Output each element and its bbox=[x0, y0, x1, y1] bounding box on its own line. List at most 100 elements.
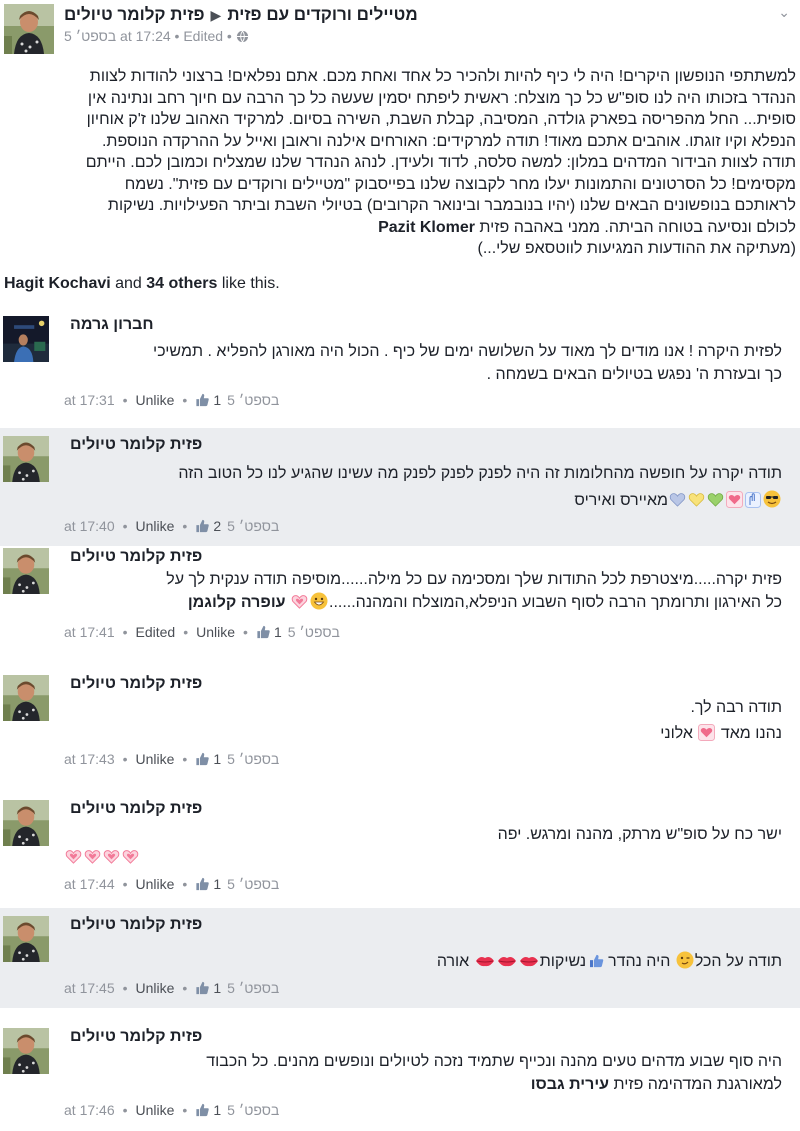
like-count[interactable]: 1 bbox=[213, 751, 221, 767]
like-count[interactable]: 1 bbox=[213, 876, 221, 892]
like-count[interactable]: 1 bbox=[274, 624, 282, 640]
comment-time[interactable]: at 17:44 bbox=[64, 876, 115, 892]
post-line: למשתתפי הנופשון היקרים! היה לי כיף להיות… bbox=[89, 68, 796, 85]
post-line: הנהדר בזכותו היה לנו סופ"ש כל כך מוצלח: … bbox=[87, 89, 796, 107]
comment-date: 5 בספט׳ bbox=[287, 624, 340, 640]
comment-author[interactable]: חברון גרמה bbox=[70, 316, 154, 334]
unlike-button[interactable]: Unlike bbox=[136, 751, 175, 767]
post-meta: 5 בספט׳ at 17:24 • Edited • bbox=[64, 28, 249, 44]
author-name-link[interactable]: פזית קלומר טיולים bbox=[64, 5, 205, 25]
heart-box-icon bbox=[726, 491, 743, 508]
comment-time[interactable]: at 17:41 bbox=[64, 624, 115, 640]
comment-line-text: היה נהדר bbox=[608, 953, 671, 970]
unlike-button[interactable]: Unlike bbox=[196, 624, 235, 640]
comment-line: היה סוף שבוע מדהים טעים מהנה ונכייף שתמי… bbox=[206, 1053, 782, 1070]
comment-line-text: נשיקות bbox=[539, 953, 587, 970]
sparkle-heart-icon bbox=[122, 848, 139, 865]
globe-icon bbox=[236, 30, 248, 43]
wink-emoji-icon bbox=[676, 951, 694, 969]
comment-author[interactable]: פזית קלומר טיולים bbox=[70, 436, 202, 454]
unlike-button[interactable]: Unlike bbox=[136, 980, 175, 996]
comment-text: תודה על הכל היה נהדר נשיקות אורה bbox=[60, 950, 782, 973]
comment-line: כך ובעזרת ה' נפגש בטיולים הבאים בשמחה . bbox=[486, 366, 782, 383]
commenter-avatar[interactable] bbox=[3, 675, 49, 721]
post-line: (מעתיקה את ההודעות המגיעות לווטסאפ שלי..… bbox=[477, 240, 796, 257]
post-body: למשתתפי הנופשון היקרים! היה לי כיף להיות… bbox=[4, 66, 796, 260]
tagged-user-link[interactable]: עירית גבסו bbox=[531, 1076, 609, 1093]
commenter-avatar[interactable] bbox=[3, 916, 49, 962]
group-name-link[interactable]: מטיילים ורוקדים עם פזית bbox=[227, 5, 417, 25]
comment: פזית קלומר טיולים ישר כח על סופ"ש מרתק, … bbox=[0, 792, 800, 900]
comment-date: 5 בספט׳ bbox=[227, 980, 280, 996]
author-avatar[interactable] bbox=[4, 4, 54, 54]
liker-link[interactable]: Hagit Kochavi bbox=[4, 275, 111, 292]
green-heart-icon bbox=[707, 491, 724, 508]
unlike-button[interactable]: Unlike bbox=[136, 518, 175, 534]
comment-line: לפזית היקרה ! אנו מודים לך מאוד על השלוש… bbox=[153, 343, 782, 360]
post-timestamp[interactable]: 5 בספט׳ at 17:24 • Edited • bbox=[64, 28, 236, 44]
comment-line: תודה רבה לך. bbox=[690, 699, 782, 716]
lips-icon bbox=[497, 954, 517, 968]
sparkle-heart-icon bbox=[84, 848, 101, 865]
comment-time[interactable]: at 17:31 bbox=[64, 392, 115, 408]
sunglasses-emoji-icon bbox=[763, 490, 781, 508]
like-count[interactable]: 1 bbox=[213, 1102, 221, 1118]
unlike-button[interactable]: Unlike bbox=[136, 1102, 175, 1118]
post-line-text: לכולם ונסיעה בטוחה הביתה. ממני באהבה פזי… bbox=[474, 218, 796, 236]
comment-actions: at 17:45 • Unlike • 1 5 בספט׳ bbox=[64, 980, 280, 996]
lips-icon bbox=[475, 954, 495, 968]
likes-summary: Hagit Kochavi and 34 others like this. bbox=[4, 275, 280, 293]
unlike-button[interactable]: Unlike bbox=[136, 392, 175, 408]
comment: פזית קלומר טיולים תודה על הכל היה נהדר נש… bbox=[0, 908, 800, 1008]
comment-time[interactable]: at 17:45 bbox=[64, 980, 115, 996]
comment-author[interactable]: פזית קלומר טיולים bbox=[70, 548, 202, 566]
like-count[interactable]: 1 bbox=[213, 980, 221, 996]
like-thumb-icon bbox=[195, 393, 210, 407]
commenter-avatar[interactable] bbox=[3, 800, 49, 846]
comment-text: היה סוף שבוע מדהים טעים מהנה ונכייף שתמי… bbox=[60, 1050, 782, 1096]
tagged-user-link[interactable]: עופרה קלוגמן bbox=[188, 594, 286, 611]
comment-text: תודה יקרה על חופשה מהחלומות זה היה לפנק … bbox=[60, 462, 782, 512]
comment: פזית קלומר טיולים היה סוף שבוע מדהים טעי… bbox=[0, 1020, 800, 1131]
comment-actions: at 17:46 • Unlike • 1 5 בספט׳ bbox=[64, 1102, 280, 1118]
commenter-avatar[interactable] bbox=[3, 436, 49, 482]
comment-signature: אלוני bbox=[660, 725, 693, 742]
unlike-button[interactable]: Unlike bbox=[136, 876, 175, 892]
comment-author[interactable]: פזית קלומר טיולים bbox=[70, 916, 202, 934]
others-likers-link[interactable]: 34 others bbox=[146, 275, 217, 292]
post-line: לכולם ונסיעה בטוחה הביתה. ממני באהבה פזי… bbox=[4, 217, 796, 239]
comment-author[interactable]: פזית קלומר טיולים bbox=[70, 675, 202, 693]
comment-time[interactable]: at 17:43 bbox=[64, 751, 115, 767]
comment-date: 5 בספט׳ bbox=[227, 392, 280, 408]
commenter-avatar[interactable] bbox=[3, 316, 49, 362]
post-line: תודה לצוות הבידור המדהים במלון: למשה סלס… bbox=[85, 154, 796, 171]
commenter-avatar[interactable] bbox=[3, 548, 49, 594]
post-line: הנפלא וקיו זוגתו. אוהבים אתכם מאוד! תודה… bbox=[101, 132, 796, 150]
comment-date: 5 בספט׳ bbox=[227, 876, 280, 892]
comment-actions: at 17:40 • Unlike • 2 5 בספט׳ bbox=[64, 518, 280, 534]
like-thumb-icon bbox=[195, 1103, 210, 1117]
post-line: מקסימים! כל הסרטונים והתמונות יעלו מחר ל… bbox=[124, 175, 796, 193]
blue-heart-icon bbox=[669, 491, 686, 508]
chevron-down-icon[interactable]: ⌄ bbox=[778, 4, 790, 21]
comment-time[interactable]: at 17:40 bbox=[64, 518, 115, 534]
comment: פזית קלומר טיולים תודה יקרה על חופשה מהח… bbox=[0, 428, 800, 546]
like-thumb-icon bbox=[195, 981, 210, 995]
tagged-user-link[interactable]: Pazit Klomer bbox=[378, 219, 475, 236]
like-thumb-icon bbox=[256, 625, 271, 639]
comment: פזית קלומר טיולים תודה רבה לך. נהנו מאד … bbox=[0, 667, 800, 775]
comment-line: כל האירגון ותרומתך הרבה לסוף השבוע הניפל… bbox=[60, 591, 782, 614]
like-count[interactable]: 1 bbox=[213, 392, 221, 408]
commenter-avatar[interactable] bbox=[3, 1028, 49, 1074]
comment-line: פזית יקרה.....מיצטרפת לכל התודות שלך ומס… bbox=[166, 571, 782, 588]
post-header: פזית קלומר טיולים ▶ מטיילים ורוקדים עם פ… bbox=[0, 0, 800, 60]
comment-author[interactable]: פזית קלומר טיולים bbox=[70, 800, 202, 818]
comment-actions: at 17:44 • Unlike • 1 5 בספט׳ bbox=[64, 876, 280, 892]
thumbs-up-icon bbox=[587, 954, 607, 968]
edited-label[interactable]: Edited bbox=[136, 624, 176, 640]
comment-time[interactable]: at 17:46 bbox=[64, 1102, 115, 1118]
comment-author[interactable]: פזית קלומר טיולים bbox=[70, 1028, 202, 1046]
comment: חברון גרמה לפזית היקרה ! אנו מודים לך מא… bbox=[0, 308, 800, 420]
comment-line: מאיירס ואיריס bbox=[60, 489, 782, 512]
like-count[interactable]: 2 bbox=[213, 518, 221, 534]
